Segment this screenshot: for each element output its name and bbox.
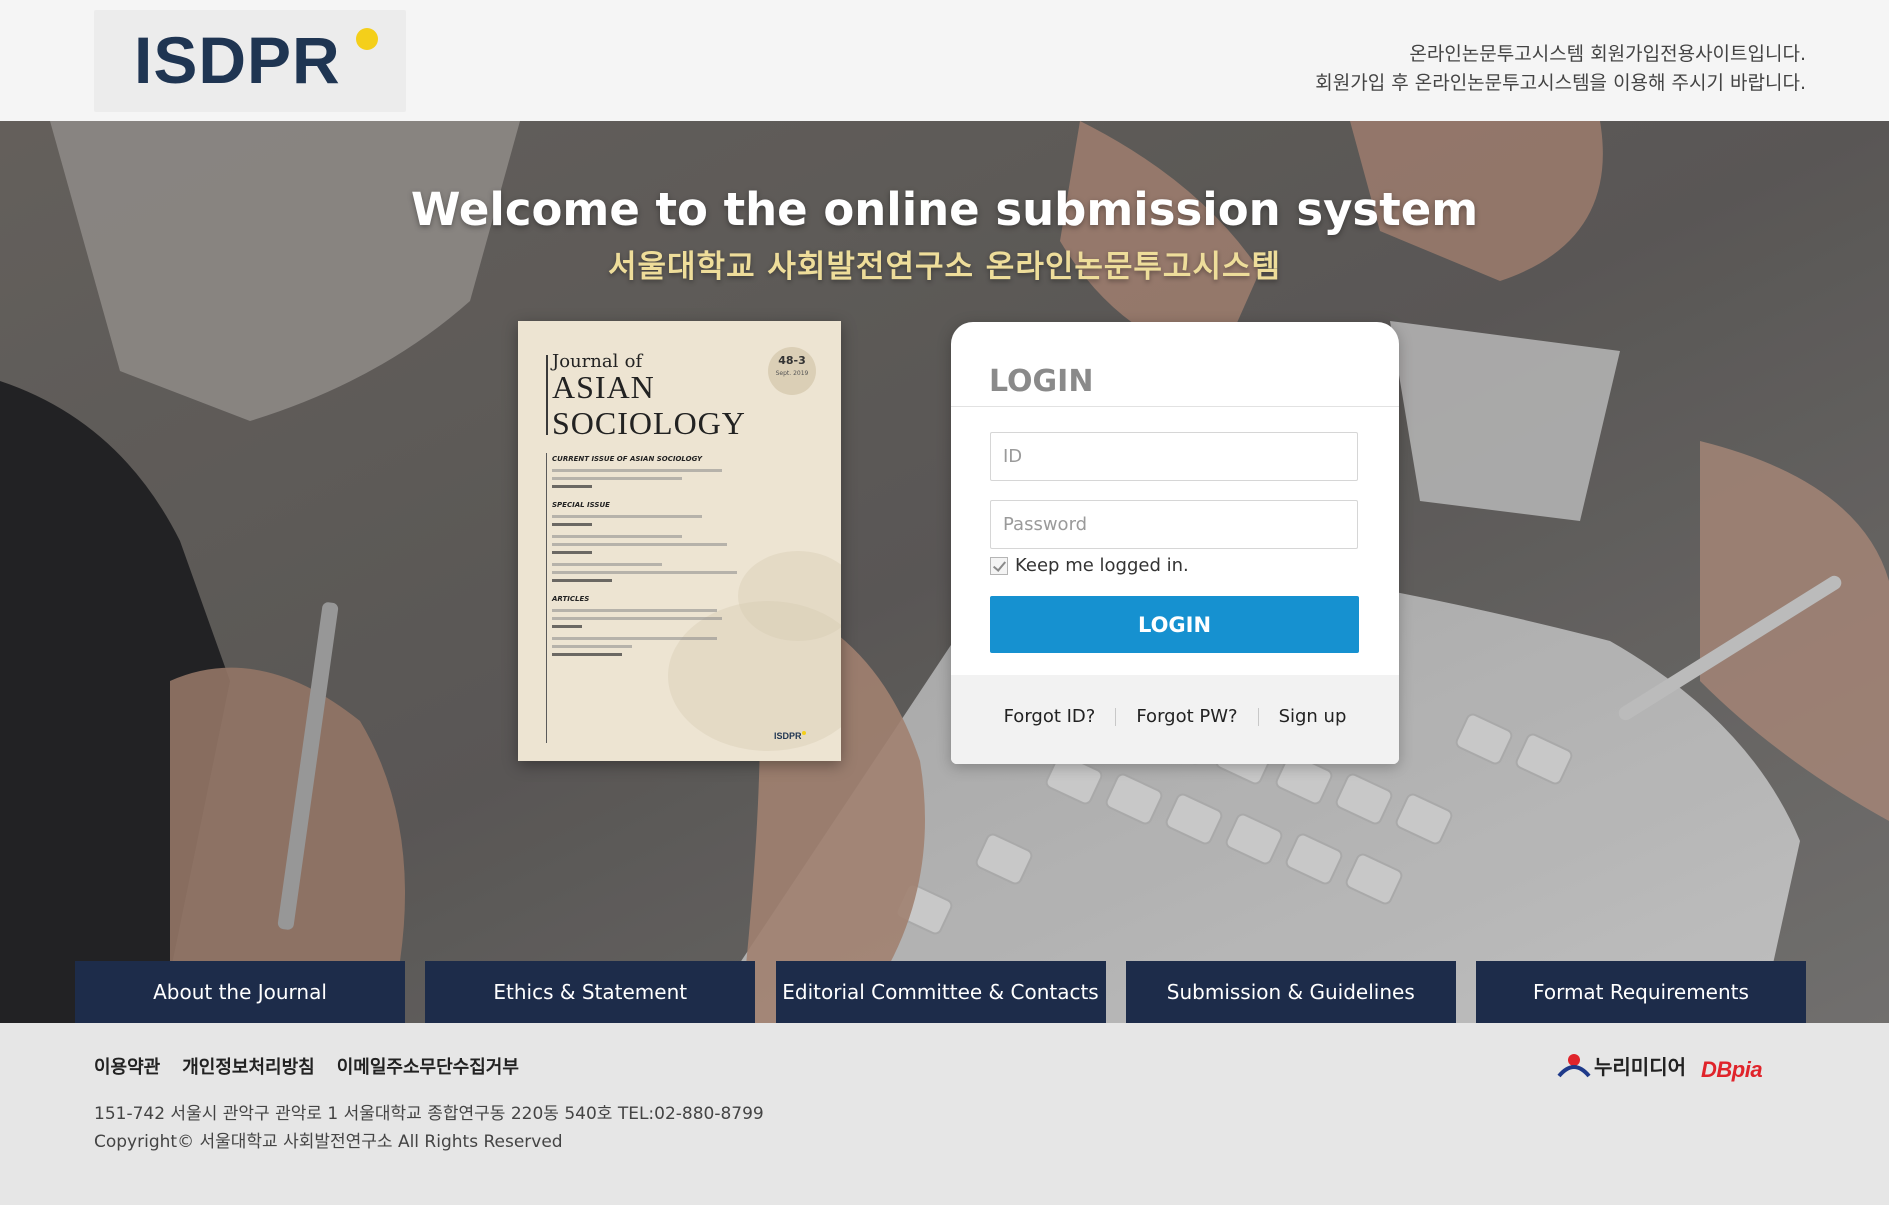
- hero-title: Welcome to the online submission system: [410, 183, 1479, 236]
- cover-section-heading: ARTICLES: [552, 595, 590, 603]
- cover-text-line: [552, 515, 702, 518]
- site-logo[interactable]: ISDPR: [94, 10, 406, 112]
- cover-text-line: [552, 571, 737, 574]
- keep-logged-in-label: Keep me logged in.: [1015, 555, 1189, 576]
- keep-logged-in-checkbox[interactable]: [990, 556, 1008, 575]
- cover-text-line: [552, 645, 632, 648]
- login-button[interactable]: LOGIN: [990, 596, 1359, 653]
- cover-title-line1: ASIAN: [552, 369, 655, 405]
- cover-rule: [546, 453, 547, 743]
- cover-text-line: [552, 563, 662, 566]
- sign-up-link[interactable]: Sign up: [1279, 706, 1347, 727]
- hero-section: Welcome to the online submission system …: [0, 121, 1889, 1023]
- cover-text-line: [552, 579, 612, 582]
- login-footer: Forgot ID? Forgot PW? Sign up: [951, 675, 1399, 764]
- cover-text-line: [552, 609, 717, 612]
- footer-address: 151-742 서울시 관악구 관악로 1 서울대학교 종합연구동 220동 5…: [94, 1104, 764, 1124]
- dbpia-logo[interactable]: DBpia: [1701, 1057, 1763, 1083]
- cover-text-line: [552, 653, 622, 656]
- logo-dot-icon: [356, 28, 378, 50]
- footer: 이용약관 개인정보처리방침 이메일주소무단수집거부 151-742 서울시 관악…: [0, 1023, 1889, 1205]
- journal-cover-image: Journal of ASIAN SOCIOLOGY 48-3 Sept. 20…: [518, 321, 841, 761]
- nav-ethics-statement[interactable]: Ethics & Statement: [425, 961, 756, 1023]
- hero-subtitle: 서울대학교 사회발전연구소 온라인논문투고시스템: [607, 249, 1282, 285]
- nav-format-requirements[interactable]: Format Requirements: [1476, 961, 1806, 1023]
- logo-text: ISDPR: [134, 23, 341, 97]
- cover-text-line: [552, 477, 682, 480]
- cover-text-line: [552, 535, 682, 538]
- login-divider: [951, 406, 1399, 407]
- nav-about-journal[interactable]: About the Journal: [75, 961, 405, 1023]
- cover-text-line: [552, 625, 582, 628]
- cover-issue-number: 48-3: [778, 354, 806, 367]
- notice-line-2: 회원가입 후 온라인논문투고시스템을 이용해 주시기 바랍니다.: [1315, 72, 1806, 94]
- footer-links: 이용약관 개인정보처리방침 이메일주소무단수집거부: [94, 1053, 541, 1079]
- cover-title-line2: SOCIOLOGY: [552, 405, 746, 441]
- login-panel: LOGIN Keep me logged in. LOGIN Forgot ID…: [951, 322, 1399, 764]
- link-separator: [1257, 707, 1259, 726]
- footer-copyright: Copyright© 서울대학교 사회발전연구소 All Rights Rese…: [94, 1132, 563, 1152]
- privacy-policy-link[interactable]: 개인정보처리방침: [182, 1053, 314, 1079]
- cover-text-line: [552, 551, 592, 554]
- nav-editorial-committee[interactable]: Editorial Committee & Contacts: [775, 961, 1106, 1023]
- cover-text-line: [552, 543, 727, 546]
- cover-section-heading: CURRENT ISSUE OF ASIAN SOCIOLOGY: [552, 455, 703, 463]
- forgot-pw-link[interactable]: Forgot PW?: [1136, 706, 1237, 727]
- cover-text-line: [552, 617, 722, 620]
- cover-rule: [546, 355, 548, 435]
- cover-brand-logo: ISDPR: [774, 731, 806, 741]
- password-input[interactable]: [990, 500, 1358, 549]
- cover-text-line: [552, 637, 717, 640]
- header: ISDPR 온라인논문투고시스템 회원가입전용사이트입니다. 회원가입 후 온라…: [0, 0, 1889, 121]
- login-title: LOGIN: [989, 364, 1094, 399]
- forgot-id-link[interactable]: Forgot ID?: [1004, 706, 1096, 727]
- nurimedia-text: 누리미디어: [1594, 1055, 1686, 1079]
- nurimedia-mark-icon: [1557, 1052, 1591, 1080]
- account-links: Forgot ID? Forgot PW? Sign up: [951, 706, 1399, 727]
- nav-submission-guidelines[interactable]: Submission & Guidelines: [1125, 961, 1456, 1023]
- header-notice: 온라인논문투고시스템 회원가입전용사이트입니다. 회원가입 후 온라인논문투고시…: [1315, 40, 1806, 98]
- terms-link[interactable]: 이용약관: [94, 1053, 160, 1079]
- cover-text-line: [552, 485, 592, 488]
- cover-text-line: [552, 469, 722, 472]
- email-collection-refusal-link[interactable]: 이메일주소무단수집거부: [337, 1053, 519, 1079]
- cover-text-line: [552, 523, 592, 526]
- main-nav: About the Journal Ethics & Statement Edi…: [75, 961, 1806, 1023]
- id-input[interactable]: [990, 432, 1358, 481]
- notice-line-1: 온라인논문투고시스템 회원가입전용사이트입니다.: [1409, 43, 1806, 65]
- cover-section-heading: SPECIAL ISSUE: [552, 501, 610, 509]
- link-separator: [1115, 707, 1117, 726]
- nurimedia-logo[interactable]: 누리미디어: [1557, 1051, 1686, 1080]
- cover-issue-date: Sept. 2019: [775, 370, 809, 377]
- keep-logged-in[interactable]: Keep me logged in.: [990, 555, 1189, 576]
